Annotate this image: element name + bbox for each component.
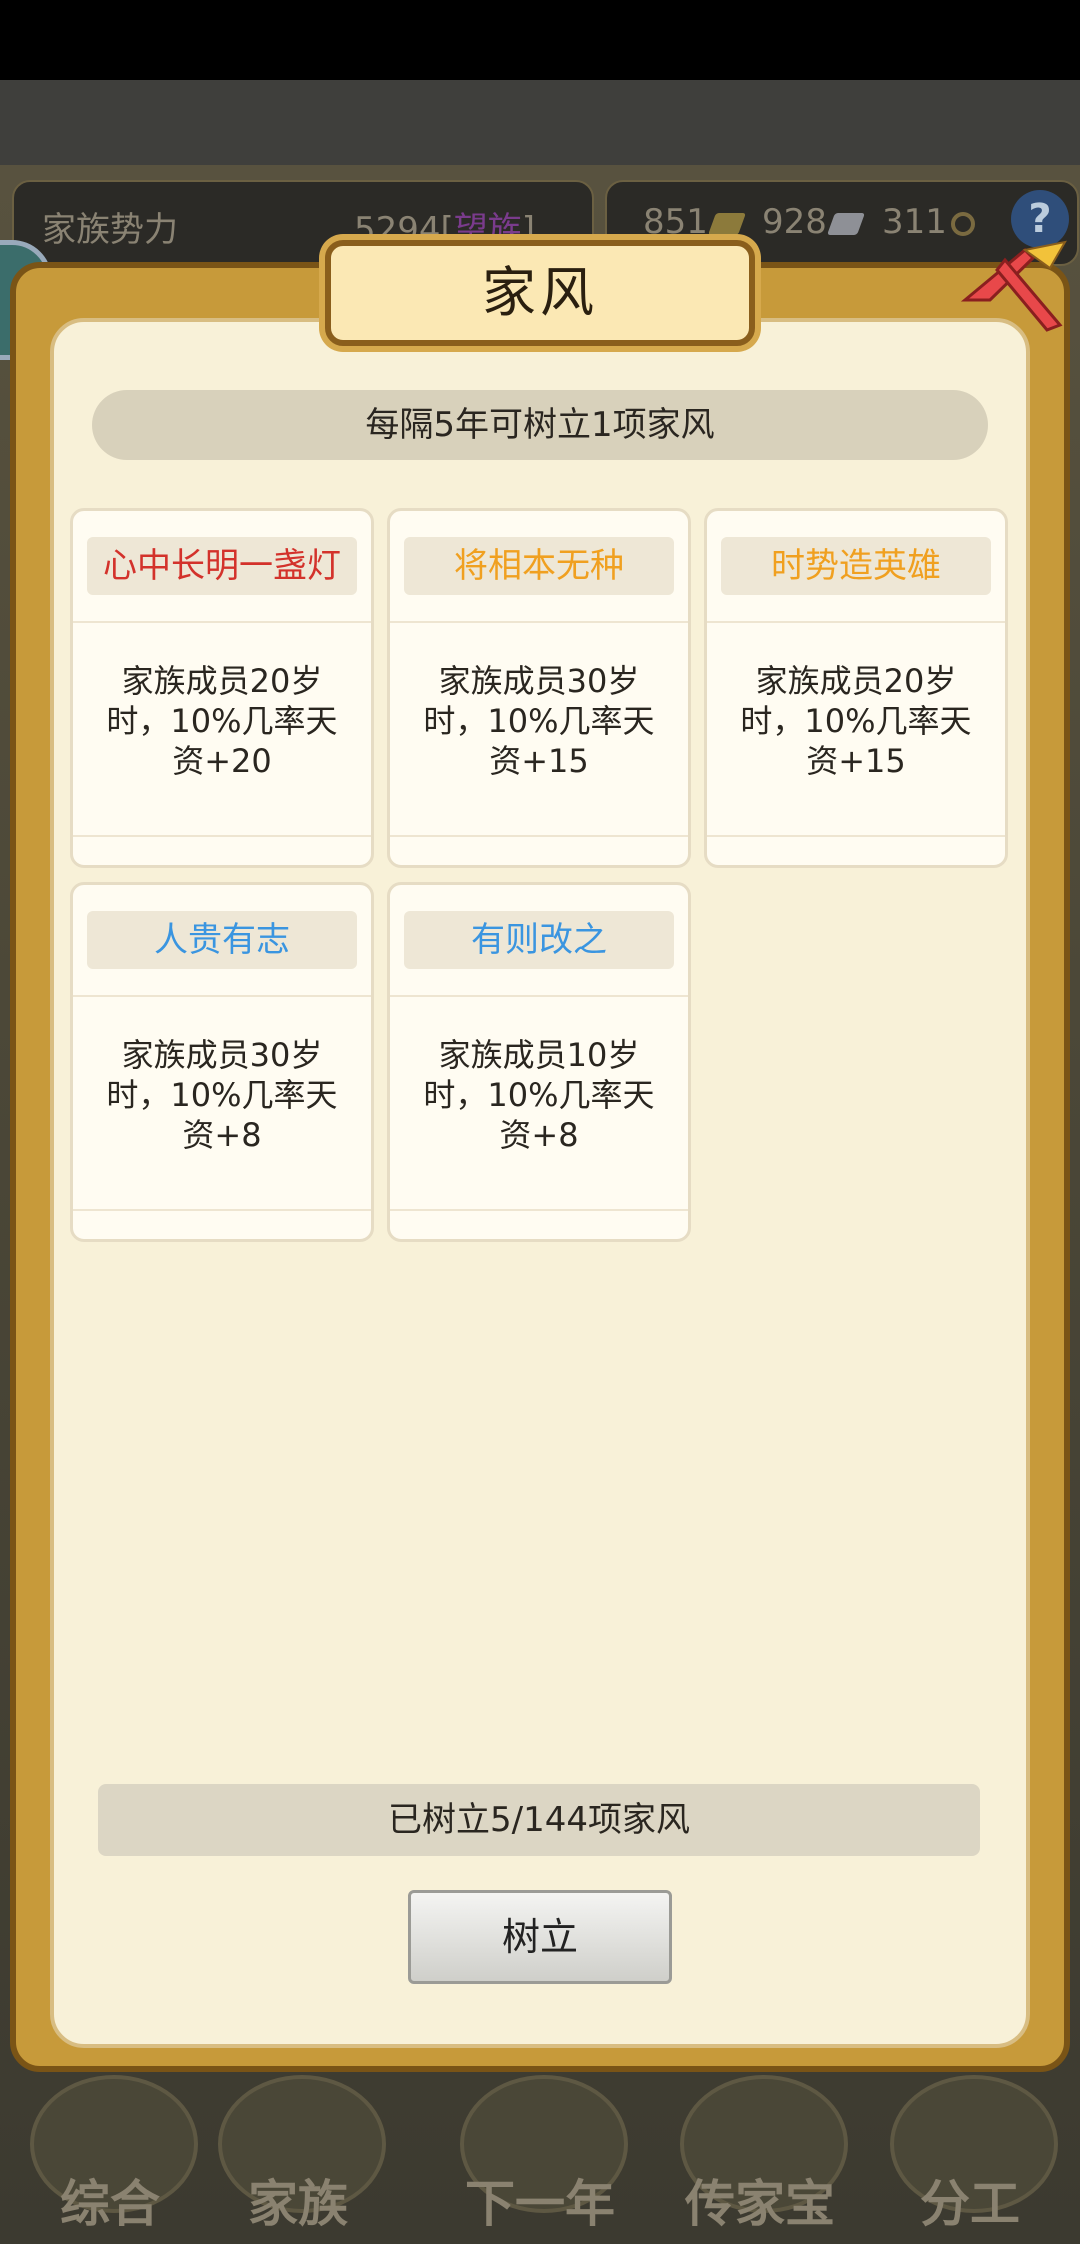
gold-amount: 851 <box>643 202 746 242</box>
card-divider <box>390 1209 688 1211</box>
establish-button[interactable]: 树立 <box>408 1890 672 1984</box>
card-divider <box>707 835 1005 837</box>
bottom-nav: 综合 家族 下一年 传家宝 分工 <box>0 2075 1080 2244</box>
motto-description: 家族成员10岁时，10%几率天资+8 <box>423 1036 655 1154</box>
card-divider <box>390 995 688 997</box>
close-icon[interactable] <box>955 230 1075 350</box>
motto-description: 家族成员30岁时，10%几率天资+15 <box>423 662 655 780</box>
info-bar: 每隔5年可树立1项家风 <box>92 390 988 460</box>
dialog-title: 家风 <box>482 261 598 324</box>
copper-value: 311 <box>882 202 947 242</box>
card-divider <box>707 621 1005 623</box>
nav-division-label: 分工 <box>920 2175 1020 2233</box>
nav-family-label: 家族 <box>248 2175 348 2233</box>
gold-icon <box>707 212 746 235</box>
status-bar <box>0 0 1080 80</box>
nav-next-year-label: 下一年 <box>465 2175 615 2233</box>
motto-name: 心中长明一盏灯 <box>87 537 357 595</box>
card-divider <box>390 835 688 837</box>
motto-name: 有则改之 <box>404 911 674 969</box>
motto-description: 家族成员20岁时，10%几率天资+20 <box>106 662 338 780</box>
nav-heirloom[interactable]: 传家宝 <box>660 2075 860 2244</box>
silver-icon <box>826 212 865 235</box>
family-motto-card[interactable]: 有则改之 家族成员10岁时，10%几率天资+8 <box>387 882 691 1242</box>
motto-name: 人贵有志 <box>87 911 357 969</box>
nav-next-year[interactable]: 下一年 <box>440 2075 640 2244</box>
card-divider <box>390 621 688 623</box>
card-divider <box>73 621 371 623</box>
card-divider <box>73 835 371 837</box>
motto-name: 时势造英雄 <box>721 537 991 595</box>
dialog-title-plaque: 家风 <box>325 240 755 346</box>
motto-name: 将相本无种 <box>404 537 674 595</box>
silver-value: 928 <box>762 202 827 242</box>
established-count: 已树立5/144项家风 <box>98 1784 980 1856</box>
nav-heirloom-label: 传家宝 <box>685 2175 835 2233</box>
nav-general[interactable]: 综合 <box>10 2075 210 2244</box>
family-motto-card[interactable]: 心中长明一盏灯 家族成员20岁时，10%几率天资+20 <box>70 508 374 868</box>
nav-family[interactable]: 家族 <box>198 2075 398 2244</box>
card-divider <box>73 995 371 997</box>
family-motto-card[interactable]: 将相本无种 家族成员30岁时，10%几率天资+15 <box>387 508 691 868</box>
family-power-label: 家族势力 <box>42 210 178 250</box>
top-band <box>0 80 1080 165</box>
nav-general-label: 综合 <box>60 2175 160 2233</box>
nav-division[interactable]: 分工 <box>870 2075 1070 2244</box>
motto-description: 家族成员30岁时，10%几率天资+8 <box>106 1036 338 1154</box>
family-motto-card[interactable]: 人贵有志 家族成员30岁时，10%几率天资+8 <box>70 882 374 1242</box>
card-divider <box>73 1209 371 1211</box>
motto-description: 家族成员20岁时，10%几率天资+15 <box>740 662 972 780</box>
family-motto-card[interactable]: 时势造英雄 家族成员20岁时，10%几率天资+15 <box>704 508 1008 868</box>
silver-amount: 928 <box>762 202 865 242</box>
gold-value: 851 <box>643 202 708 242</box>
